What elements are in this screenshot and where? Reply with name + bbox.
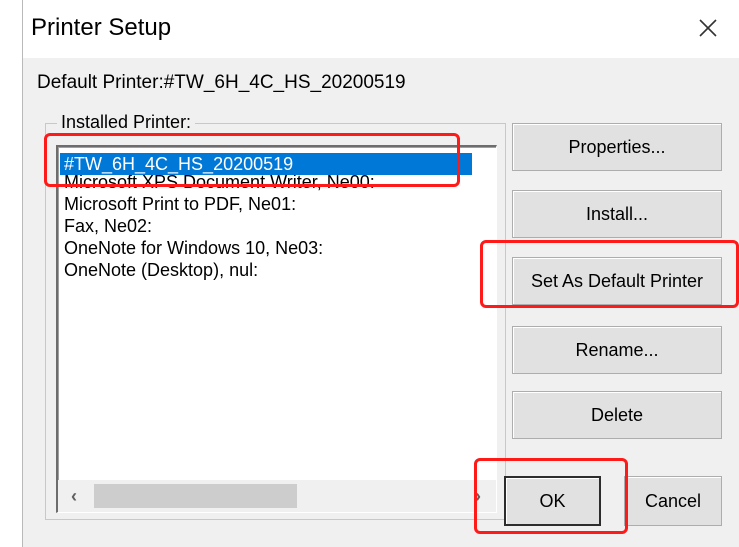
- rename-button[interactable]: Rename...: [512, 326, 722, 374]
- scroll-thumb[interactable]: [94, 484, 297, 508]
- window-title: Printer Setup: [31, 14, 172, 41]
- horizontal-scrollbar[interactable]: ‹ ›: [58, 480, 496, 512]
- default-printer-label: Default Printer:: [37, 72, 164, 93]
- scroll-left-icon[interactable]: ‹: [64, 486, 84, 506]
- set-default-printer-button[interactable]: Set As Default Printer: [512, 257, 722, 305]
- close-button[interactable]: [690, 10, 726, 46]
- list-item[interactable]: Fax, Ne02:: [60, 215, 472, 237]
- close-icon: [699, 19, 717, 37]
- printer-setup-dialog: Printer Setup Default Printer:#TW_6H_4C_…: [22, 0, 739, 547]
- list-item[interactable]: OneNote for Windows 10, Ne03:: [60, 237, 472, 259]
- list-item[interactable]: OneNote (Desktop), nul:: [60, 259, 472, 281]
- installed-printer-list[interactable]: #TW_6H_4C_HS_20200519 Microsoft XPS Docu…: [56, 145, 497, 513]
- install-button[interactable]: Install...: [512, 190, 722, 238]
- cancel-button[interactable]: Cancel: [624, 476, 722, 526]
- title-bar: Printer Setup: [23, 0, 739, 58]
- list-item[interactable]: #TW_6H_4C_HS_20200519: [60, 153, 472, 175]
- list-item[interactable]: Microsoft XPS Document Writer, Ne00:: [60, 175, 472, 193]
- scroll-right-icon[interactable]: ›: [468, 486, 488, 506]
- default-printer-line: Default Printer:#TW_6H_4C_HS_20200519: [37, 72, 406, 94]
- installed-printer-label: Installed Printer:: [57, 112, 196, 133]
- default-printer-value: #TW_6H_4C_HS_20200519: [163, 72, 406, 93]
- printer-list-items: #TW_6H_4C_HS_20200519 Microsoft XPS Docu…: [60, 153, 472, 281]
- list-item[interactable]: Microsoft Print to PDF, Ne01:: [60, 193, 472, 215]
- ok-button[interactable]: OK: [504, 476, 601, 526]
- delete-button[interactable]: Delete: [512, 391, 722, 439]
- properties-button[interactable]: Properties...: [512, 123, 722, 171]
